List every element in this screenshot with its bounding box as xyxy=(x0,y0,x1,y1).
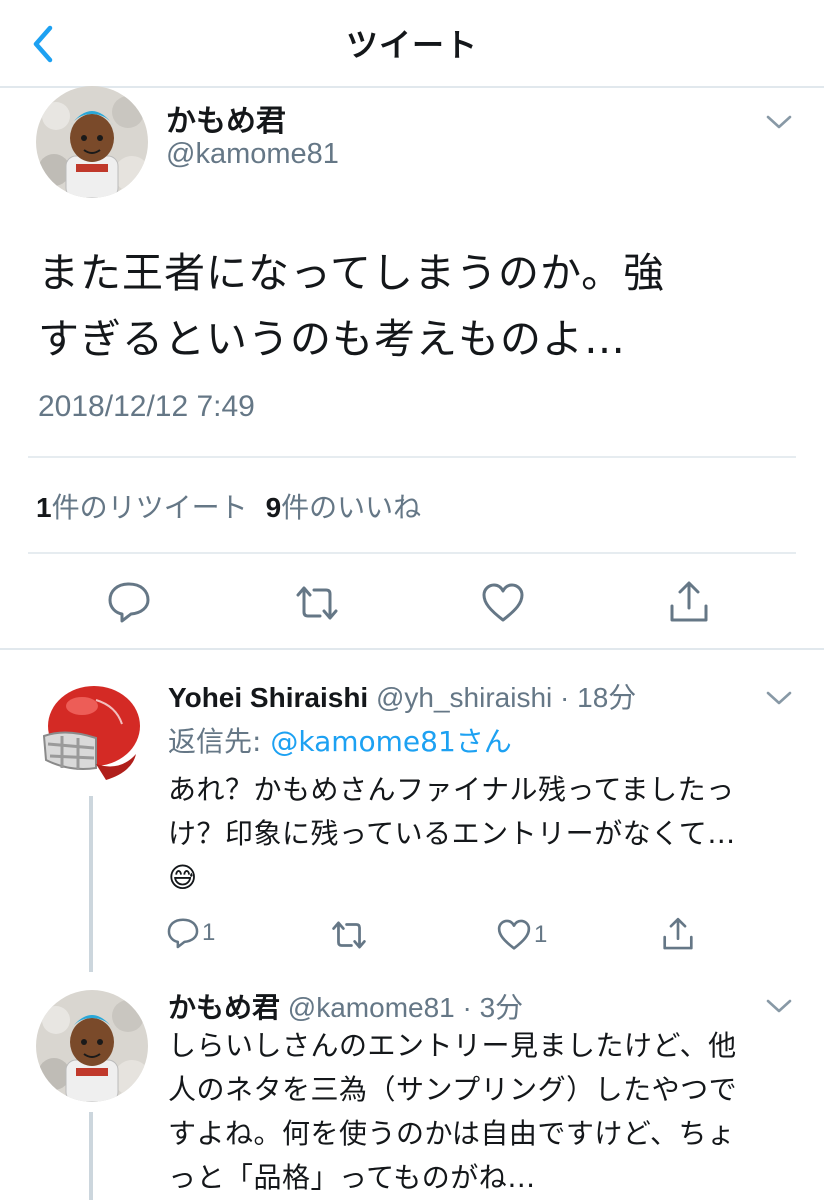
engagement-counts: 1件のリツイート 9件のいいね xyxy=(36,486,421,526)
reply-count: 1 xyxy=(202,919,216,946)
like-count: 9 xyxy=(265,492,282,523)
chevron-down-icon xyxy=(766,691,792,705)
retweet-count-label: 件のリツイート xyxy=(51,491,248,524)
avatar[interactable] xyxy=(36,676,148,788)
reply-text: あれ？かもめさんファイナル残ってましたっ け？印象に残っているエントリーがなくて… xyxy=(168,768,798,900)
tweet-options-button[interactable] xyxy=(764,112,794,132)
reply-text-line: っと「品格」ってものがね… xyxy=(168,1161,536,1194)
avatar[interactable] xyxy=(36,990,148,1102)
chevron-down-icon xyxy=(766,999,792,1013)
like-count-label: 件のいいね xyxy=(281,491,422,524)
share-button[interactable] xyxy=(666,580,712,624)
reply-to-mention[interactable]: @kamome81さん xyxy=(270,725,511,758)
heart-icon xyxy=(497,919,531,950)
reply-emoji: 😅 xyxy=(168,861,198,894)
tweet-text-line: また王者になってしまうのか。強 xyxy=(38,249,666,297)
reply-button[interactable] xyxy=(106,580,152,624)
navigation-bar: ツイート xyxy=(0,0,824,88)
retweet-button[interactable] xyxy=(330,918,368,952)
reply-author-name[interactable]: Yohei Shiraishi xyxy=(168,682,368,713)
divider xyxy=(28,552,796,554)
heart-icon xyxy=(482,583,524,622)
retweet-count: 1 xyxy=(36,492,52,523)
like-button[interactable] xyxy=(480,582,526,624)
reply-text-line: あれ？かもめさんファイナル残ってましたっ xyxy=(168,773,735,806)
thread-line xyxy=(89,1112,93,1200)
reply-author-line: Yohei Shiraishi @yh_shiraishi · 18分 xyxy=(168,676,636,716)
reply-options-button[interactable] xyxy=(764,996,794,1016)
author-name[interactable]: かもめ君 xyxy=(166,96,286,140)
reply-text-line: しらいしさんのエントリー見ましたけど、他 xyxy=(168,1029,737,1062)
reply-handle-time: @kamome81 · 3分 xyxy=(287,992,524,1023)
reply-icon xyxy=(167,918,199,949)
retweet-icon xyxy=(332,921,366,949)
reply-to-line: 返信先: @kamome81さん xyxy=(168,720,512,760)
tweet-text-line: すぎるというのも考えものよ… xyxy=(38,315,626,363)
like-count: 1 xyxy=(534,921,548,948)
page-title: ツイート xyxy=(345,26,478,64)
tweet-timestamp: 2018/12/12 7:49 xyxy=(38,390,255,423)
reply-text: しらいしさんのエントリー見ましたけど、他 人のネタを三為（サンプリング）したやつ… xyxy=(168,1024,798,1200)
share-icon xyxy=(663,917,693,950)
avatar[interactable] xyxy=(36,86,148,198)
share-button[interactable] xyxy=(660,916,696,952)
reply-button[interactable]: 1 xyxy=(166,916,215,950)
like-button[interactable]: 1 xyxy=(496,918,547,952)
reply-options-button[interactable] xyxy=(764,688,794,708)
tweet-text: また王者になってしまうのか。強 すぎるというのも考えものよ… xyxy=(38,240,798,372)
share-icon xyxy=(670,581,708,622)
reply-icon xyxy=(108,582,150,623)
author-handle[interactable]: @kamome81 xyxy=(166,138,339,171)
divider xyxy=(28,456,796,458)
reply-text-line: 人のネタを三為（サンプリング）したやつで xyxy=(168,1073,738,1106)
thread-line xyxy=(89,796,93,972)
retweet-button[interactable] xyxy=(294,582,340,624)
like-count-link[interactable]: 9件のいいね xyxy=(266,491,422,524)
retweet-icon xyxy=(296,586,338,620)
chevron-down-icon xyxy=(766,115,792,129)
reply-text-line: すよね。何を使うのかは自由ですけど、ちょ xyxy=(168,1117,736,1150)
retweet-count-link[interactable]: 1件のリツイート xyxy=(36,491,248,524)
reply-to-label: 返信先: xyxy=(168,725,271,758)
reply-text-line: け？印象に残っているエントリーがなくて… xyxy=(168,817,736,850)
section-separator xyxy=(0,648,824,650)
reply-author-name[interactable]: かもめ君 xyxy=(168,992,280,1023)
reply-handle-time: @yh_shiraishi · 18分 xyxy=(375,682,637,713)
reply-author-line: かもめ君 @kamome81 · 3分 xyxy=(168,986,523,1026)
